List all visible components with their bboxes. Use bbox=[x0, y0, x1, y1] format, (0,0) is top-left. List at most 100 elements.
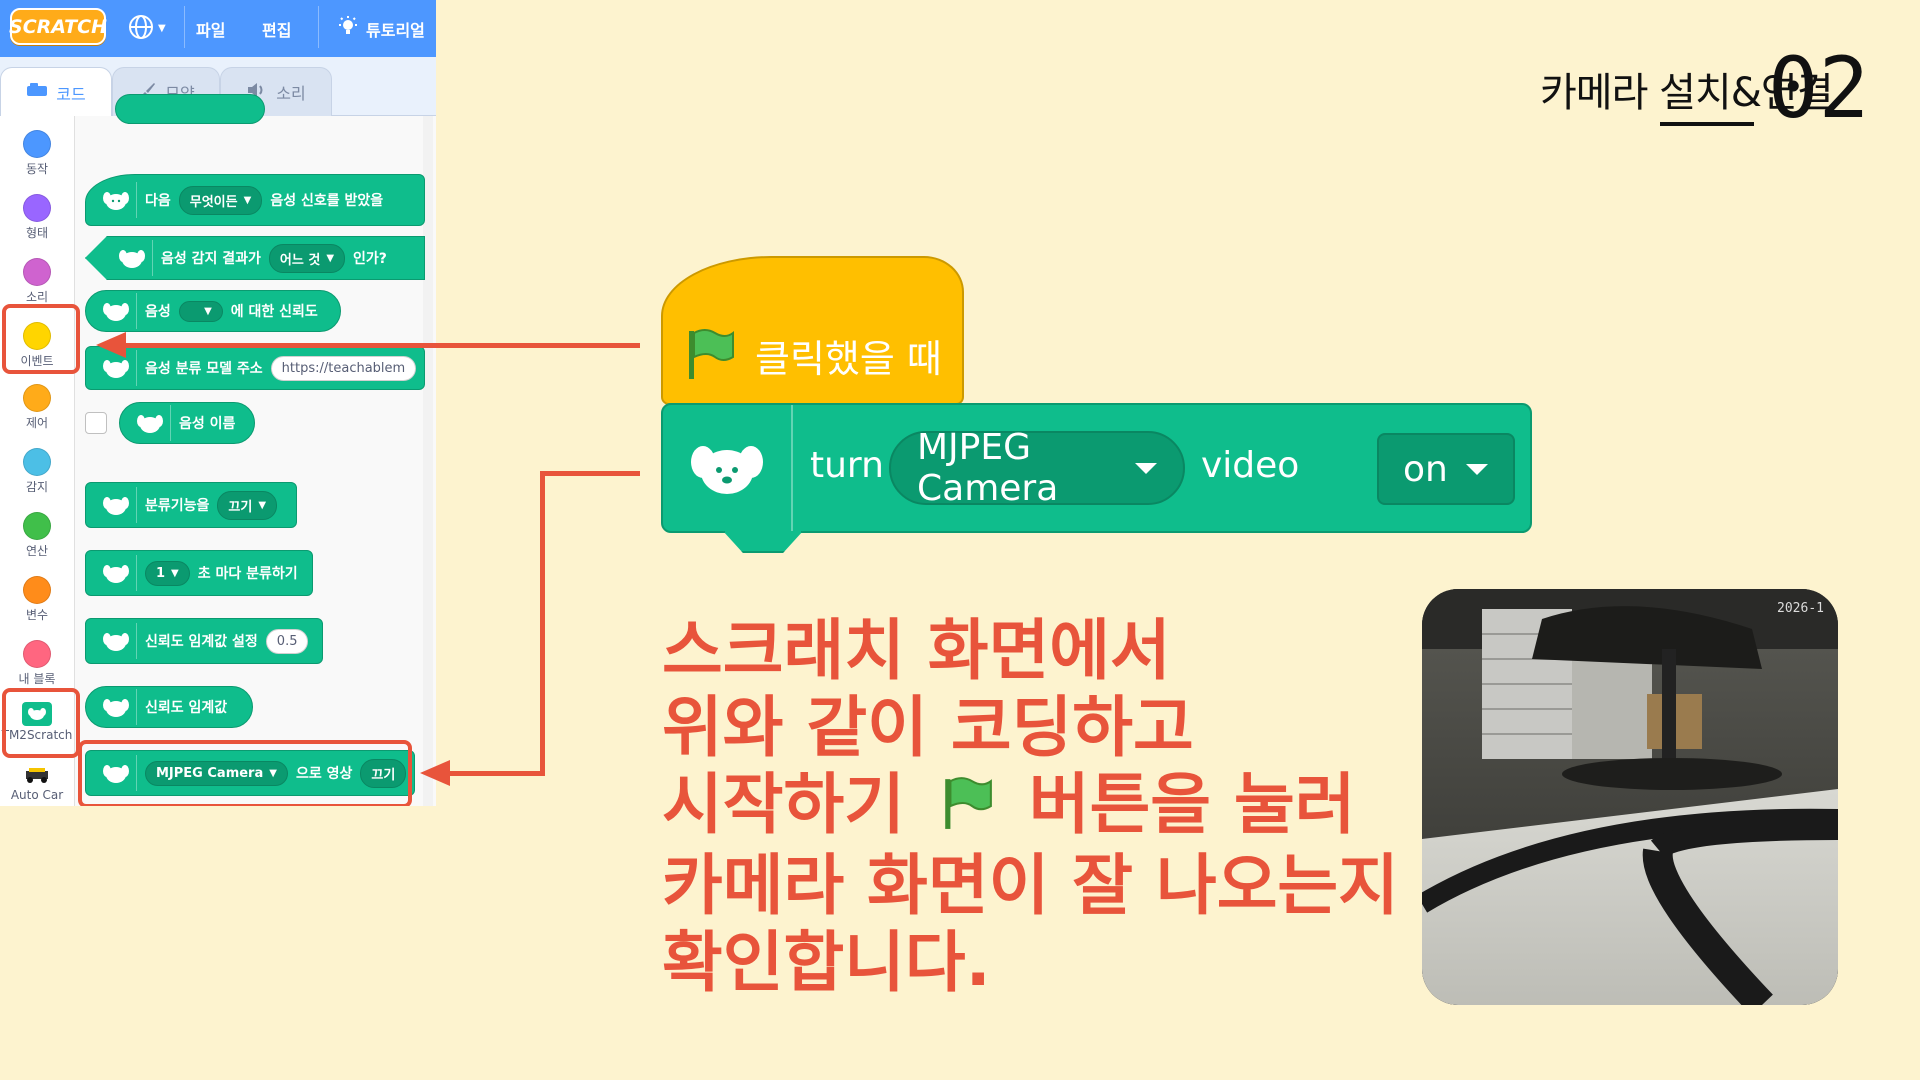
category-operators[interactable]: 연산 bbox=[0, 504, 74, 564]
block-text-turn: turn bbox=[810, 445, 884, 486]
block-text: 음성 이름 bbox=[179, 416, 236, 432]
code-icon bbox=[26, 82, 48, 103]
block-dropdown[interactable]: 끄기 ▼ bbox=[217, 490, 278, 520]
title-underline bbox=[1660, 122, 1754, 126]
category-dot bbox=[23, 384, 51, 412]
block-classification-toggle[interactable]: 분류기능을 끄기 ▼ bbox=[85, 482, 297, 528]
chevron-down-icon: ▼ bbox=[204, 305, 212, 317]
block-confidence-threshold[interactable]: 신뢰도 임계값 bbox=[85, 686, 253, 728]
block-text: 초 마다 분류하기 bbox=[197, 566, 298, 582]
instruction-line: 시작하기 버튼을 눌러 bbox=[662, 766, 1382, 847]
language-menu[interactable]: ▼ bbox=[128, 0, 166, 57]
block-sound-model-url[interactable]: 음성 분류 모델 주소 https://teachablem bbox=[85, 346, 425, 390]
block-sound-name[interactable]: 음성 이름 bbox=[119, 402, 255, 444]
block-classify-every[interactable]: 1 ▼ 초 마다 분류하기 bbox=[85, 550, 313, 596]
category-dot bbox=[23, 512, 51, 540]
instruction-line-part: 시작하기 bbox=[662, 766, 905, 843]
block-text: 음성 bbox=[145, 304, 171, 320]
category-dot bbox=[23, 448, 51, 476]
category-motion[interactable]: 동작 bbox=[0, 122, 74, 182]
block-sound-detected-is[interactable]: 음성 감지 결과가 어느 것 ▼ 인가? bbox=[85, 236, 425, 280]
checkbox[interactable] bbox=[85, 412, 107, 434]
highlight-tm2scratch-category bbox=[2, 688, 80, 758]
block-notch bbox=[723, 531, 803, 553]
dog-icon bbox=[96, 623, 137, 659]
camera-preview: 2026-1 bbox=[1422, 589, 1838, 1005]
green-flag-icon bbox=[685, 327, 735, 385]
camera-timestamp: 2026-1 bbox=[1777, 601, 1824, 616]
block-partial[interactable] bbox=[115, 94, 265, 124]
category-variables[interactable]: 변수 bbox=[0, 568, 74, 628]
category-sensing[interactable]: 감지 bbox=[0, 440, 74, 500]
category-label: 동작 bbox=[25, 162, 49, 176]
menu-tutorials[interactable]: 튜토리얼 bbox=[336, 0, 425, 57]
block-set-confidence-threshold[interactable]: 신뢰도 임계값 설정 0.5 bbox=[85, 618, 323, 664]
dropdown-value: 무엇이든 bbox=[189, 194, 238, 210]
camera-dropdown-value: MJPEG Camera bbox=[917, 427, 1059, 509]
dog-icon bbox=[96, 555, 137, 591]
block-dropdown[interactable]: ▼ bbox=[178, 300, 223, 322]
page-number: 02 bbox=[1768, 39, 1870, 137]
block-text: 분류기능을 bbox=[145, 498, 210, 514]
chevron-down-icon: ▼ bbox=[326, 252, 335, 264]
chevron-down-icon: ▼ bbox=[243, 194, 252, 206]
category-dot bbox=[23, 640, 51, 668]
when-flag-clicked-block[interactable]: 클릭했을 때 bbox=[661, 256, 964, 405]
category-label: 내 블록 bbox=[18, 672, 56, 686]
dropdown-value: 1 bbox=[156, 565, 166, 581]
threshold-input[interactable]: 0.5 bbox=[265, 628, 309, 654]
dropdown-value: 어느 것 bbox=[279, 252, 321, 268]
menu-tutorials-label: 튜토리얼 bbox=[366, 20, 425, 40]
dog-icon bbox=[96, 182, 137, 218]
highlight-events-category bbox=[2, 304, 80, 374]
menu-file[interactable]: 파일 bbox=[196, 0, 225, 57]
video-state-dropdown[interactable]: on bbox=[1377, 433, 1515, 505]
instruction-line: 확인합니다. bbox=[662, 924, 991, 1002]
lightbulb-icon bbox=[336, 15, 360, 43]
hat-block-label: 클릭했을 때 bbox=[755, 337, 942, 381]
menu-edit[interactable]: 편집 bbox=[262, 0, 291, 57]
scratch-logo[interactable]: SCRATCH bbox=[9, 8, 107, 45]
category-label: Auto Car bbox=[10, 788, 64, 802]
dog-icon bbox=[96, 689, 137, 725]
tab-sounds-label: 소리 bbox=[276, 84, 306, 103]
block-dropdown[interactable]: 1 ▼ bbox=[145, 560, 190, 586]
block-when-sound-received[interactable]: 다음 무엇이든 ▼ 음성 신호를 받았을 bbox=[85, 174, 425, 226]
block-dropdown[interactable]: 어느 것 ▼ bbox=[268, 243, 346, 273]
category-control[interactable]: 제어 bbox=[0, 376, 74, 436]
globe-icon bbox=[128, 14, 154, 44]
category-looks[interactable]: 형태 bbox=[0, 186, 74, 246]
chevron-down-icon bbox=[1135, 462, 1157, 474]
menu-bar: SCRATCH ▼ 파일 편집 튜토리얼 bbox=[0, 0, 436, 57]
category-dot bbox=[23, 258, 51, 286]
url-input[interactable]: https://teachablem bbox=[270, 355, 417, 381]
category-my-blocks[interactable]: 내 블록 bbox=[0, 632, 74, 692]
block-text: 에 대한 신뢰도 bbox=[230, 304, 318, 320]
block-sound-confidence[interactable]: 음성 ▼ 에 대한 신뢰도 bbox=[85, 290, 341, 332]
camera-frame-image bbox=[1422, 589, 1838, 1005]
category-dot bbox=[23, 130, 51, 158]
block-text: 신뢰도 임계값 설정 bbox=[145, 634, 258, 650]
video-state-value: on bbox=[1403, 448, 1448, 490]
category-sound[interactable]: 소리 bbox=[0, 250, 74, 310]
block-text: 음성 분류 모델 주소 bbox=[145, 361, 263, 377]
instruction-text: 스크래치 화면에서 위와 같이 코딩하고 시작하기 버튼을 눌러 카메라 화면이… bbox=[662, 612, 1399, 1002]
highlight-camera-block bbox=[78, 740, 412, 806]
turn-camera-video-block[interactable]: turn MJPEG Camera video on bbox=[661, 403, 1532, 553]
block-text: 음성 감지 결과가 bbox=[161, 251, 261, 267]
category-auto-car[interactable]: Auto Car bbox=[0, 756, 74, 806]
category-label: 제어 bbox=[25, 416, 49, 430]
scratch-editor-screenshot: SCRATCH ▼ 파일 편집 튜토리얼 코드 모양 소리 bbox=[0, 0, 436, 806]
tab-code[interactable]: 코드 bbox=[0, 67, 112, 117]
dog-icon bbox=[130, 405, 171, 441]
dog-icon bbox=[112, 240, 153, 276]
camera-dropdown[interactable]: MJPEG Camera bbox=[889, 427, 1185, 509]
car-icon bbox=[22, 764, 52, 786]
category-dot bbox=[23, 194, 51, 222]
chevron-down-icon bbox=[1465, 463, 1488, 475]
category-label: 소리 bbox=[25, 290, 49, 304]
block-dropdown[interactable]: 무엇이든 ▼ bbox=[178, 185, 263, 215]
instruction-line-part: 버튼을 눌러 bbox=[1028, 766, 1356, 843]
block-text: 신뢰도 임계값 bbox=[145, 700, 228, 716]
block-palette: 다음 무엇이든 ▼ 음성 신호를 받았을 음성 감지 결과가 어느 것 ▼ 인가? … bbox=[75, 94, 436, 806]
